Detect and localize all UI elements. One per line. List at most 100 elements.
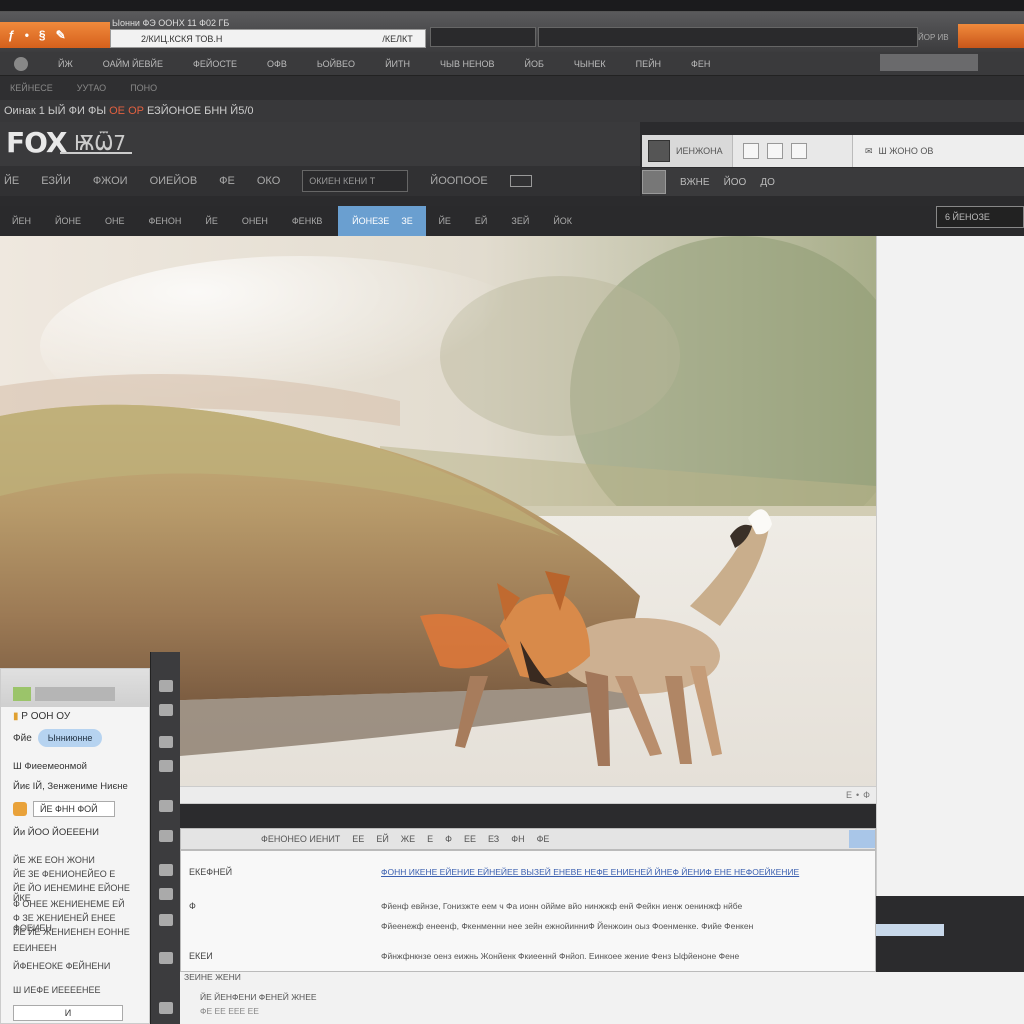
tools-icon: ✎ [55, 28, 66, 42]
site-logo[interactable]: FOX [6, 126, 68, 159]
menu-item[interactable]: ОФВ [267, 59, 287, 69]
popup-item[interactable]: Йи ЙОО ЙОЕЕЕНИ [13, 827, 99, 838]
editor-tool[interactable]: Е [427, 834, 433, 844]
nav-item[interactable]: ОНЕ [93, 216, 137, 226]
nav-item-active[interactable]: ЙОНЕЗЕ ЗЕ [338, 206, 427, 236]
menu-search-box[interactable] [880, 54, 978, 71]
tool-icon[interactable] [159, 952, 173, 964]
tab-inactive[interactable] [430, 27, 536, 47]
panel-row-item[interactable]: ДО [760, 177, 775, 188]
menu-item[interactable]: ЙЖ [58, 59, 73, 69]
tool-icon[interactable] [159, 680, 173, 692]
popup-list-item[interactable]: ЙЕ ЙЕ ЖЕНИЕНЕН ЕОННЕ [13, 927, 130, 937]
comment-editor[interactable]: ЕКЕФНЕЙ Ф ЕКЕИ ФОНН ИКЕНЕ ЕЙЕНИЕ ЕЙНЕЙЕЕ… [180, 850, 876, 972]
toolbar-item[interactable]: ОИЕЙОВ [150, 175, 198, 187]
blank-icon[interactable] [791, 143, 807, 159]
editor-tool[interactable]: ЖЕ [401, 834, 415, 844]
tab-inactive-wide[interactable] [538, 27, 918, 47]
toolbar-item[interactable]: ФЖОИ [93, 175, 128, 187]
logo-underline [60, 152, 132, 154]
nav-item[interactable]: ЙОК [541, 216, 584, 226]
account-button[interactable] [958, 24, 1024, 48]
popup-item[interactable]: Ш Фиеемеонмой [13, 761, 87, 772]
popup-list-item[interactable]: Ф ОНЕЕ ЖЕНИЕНЕМЕ ЕЙ [13, 899, 125, 909]
nav-item[interactable]: ЗЕЙ [499, 216, 541, 226]
breadcrumb-suffix[interactable]: ЕЗЙОНОЕ БНН Й5/0 [147, 105, 253, 117]
editor-tool[interactable]: ФН [511, 834, 524, 844]
nav-item[interactable]: ЕЙ [463, 216, 499, 226]
breadcrumb-prefix[interactable]: Оинак 1 ЫЙ ФИ ФЫ [4, 105, 106, 117]
menu-item[interactable]: ЬОЙВЕО [317, 59, 355, 69]
menu-item[interactable]: ОАЙМ ЙЕВЙЕ [103, 59, 163, 69]
editor-tool[interactable]: Ф [445, 834, 452, 844]
toolbar-item[interactable]: ФЕ [219, 175, 235, 187]
bookmark-item[interactable]: УУТАО [77, 83, 106, 93]
popup-list-item[interactable]: ЙЕ ЗЕ ФЕНИОНЕЙЕО Е [13, 869, 115, 879]
avatar[interactable] [642, 170, 666, 194]
image-icon[interactable] [743, 143, 759, 159]
active-tab[interactable]: Ыонни ФЭ ООНХ 11 Ф02 ГБ 2/КИЦ.КСКЯ ТОВ.Н… [110, 14, 428, 50]
toolbar-item[interactable]: ЙЕ [4, 175, 19, 187]
caption-control[interactable]: Ф [863, 790, 870, 800]
tool-icon[interactable] [159, 800, 173, 812]
home-icon[interactable] [14, 56, 28, 71]
editor-tool[interactable]: ЕЗ [488, 834, 499, 844]
editor-tool[interactable]: ЕЕ [464, 834, 476, 844]
panel-toggle-button[interactable] [648, 140, 670, 162]
photo-icon[interactable] [767, 143, 783, 159]
nav-item[interactable]: ФЕНОН [136, 216, 193, 226]
nav-item[interactable]: ЙОНЕ [43, 216, 93, 226]
panel-row: ВЖНЕ ЙОО ДО [642, 168, 1024, 196]
menu-item[interactable]: ЧЫНЕК [574, 59, 606, 69]
menu-item[interactable]: ФЕЙОСТЕ [193, 59, 237, 69]
breadcrumb-highlight[interactable]: ОЕ ОР [109, 105, 144, 117]
nav-item[interactable]: ФЕНКВ [280, 216, 335, 226]
app-menu-button[interactable]: ƒ • § ✎ [0, 22, 110, 48]
caption-control[interactable]: • [856, 790, 859, 800]
panel-row-item[interactable]: ЙОО [724, 177, 747, 188]
nav-item[interactable]: ЙЕ [193, 216, 229, 226]
popup-folder-title[interactable]: ▮ Р ООН ОУ [13, 711, 70, 722]
editor-tool[interactable]: ЕЙ [376, 834, 388, 844]
popup-field[interactable]: ЙЕ ФНН ФОЙ [33, 801, 115, 817]
editor-link[interactable]: ФОНН ИКЕНЕ ЕЙЕНИЕ ЕЙНЕЙЕЕ ВЫЗЕЙ ЕНЕВЕ НЕ… [381, 867, 799, 877]
bookmark-item[interactable]: КЕЙНЕСЕ [10, 83, 53, 93]
nav-item[interactable]: ЙЕН [0, 216, 43, 226]
footer-text: ФЕ ЕЕ ЕЕЕ ЕЕ [200, 1006, 259, 1016]
tool-icon[interactable] [159, 736, 173, 748]
popup-item[interactable]: Йиє ІЙ, Зенжениме Ниєне [13, 781, 128, 792]
nav-search-input[interactable]: 6 ЙЕНОЗЕ [936, 206, 1024, 228]
tool-icon[interactable] [159, 704, 173, 716]
tool-icon[interactable] [159, 864, 173, 876]
nav-item[interactable]: ОНЕН [230, 216, 280, 226]
panel-search[interactable]: ✉ Ш ЖОНО ОВ [852, 135, 1024, 167]
toolbar-item[interactable]: ЕЗЙИ [41, 175, 71, 187]
tool-icon[interactable] [159, 760, 173, 772]
caption-control[interactable]: Е [846, 790, 852, 800]
toolbar-item[interactable]: ОКО [257, 175, 280, 187]
panel-label: ИЕНЖОНА [676, 146, 723, 156]
tool-icon[interactable] [159, 830, 173, 842]
panel-row-item[interactable]: ВЖНЕ [680, 177, 710, 188]
tool-icon[interactable] [159, 888, 173, 900]
menu-item[interactable]: ФЕН [691, 59, 710, 69]
tool-icon[interactable] [159, 1002, 173, 1014]
menu-item[interactable]: ЧЫВ НЕНОВ [440, 59, 494, 69]
menu-item[interactable]: ПЕЙН [636, 59, 661, 69]
menu-item[interactable]: ЙИТН [385, 59, 410, 69]
popup-list-item[interactable]: ЙЕ ЖЕ ЕОН ЖОНИ [13, 855, 95, 865]
tool-icon[interactable] [159, 914, 173, 926]
editor-submit-button[interactable] [849, 830, 875, 848]
popup-bottom-field[interactable]: И [13, 1005, 123, 1021]
editor-tool[interactable]: ЕЕ [352, 834, 364, 844]
popup-footer-text: Ш ИЕФЕ ИЕЕЕЕНЕЕ [13, 985, 101, 995]
popup-chip[interactable]: Ынниюнне [37, 729, 103, 747]
toolbar-box[interactable] [509, 175, 532, 187]
address-bar[interactable]: 2/КИЦ.КСКЯ ТОВ.Н /КЕЛКТ [110, 29, 426, 48]
nav-item[interactable]: ЙЕ [426, 216, 462, 226]
menu-item[interactable]: ЙОБ [524, 59, 543, 69]
toolbar-field[interactable]: ОКИЕН КЕНИ Т [302, 170, 409, 192]
footer-text: ЙЕ ЙЕНФЕНИ ФЕНЕЙ ЖНЕЕ [200, 992, 317, 1002]
bookmark-item[interactable]: ПОНО [130, 83, 157, 93]
editor-tool[interactable]: ФЕ [537, 834, 550, 844]
